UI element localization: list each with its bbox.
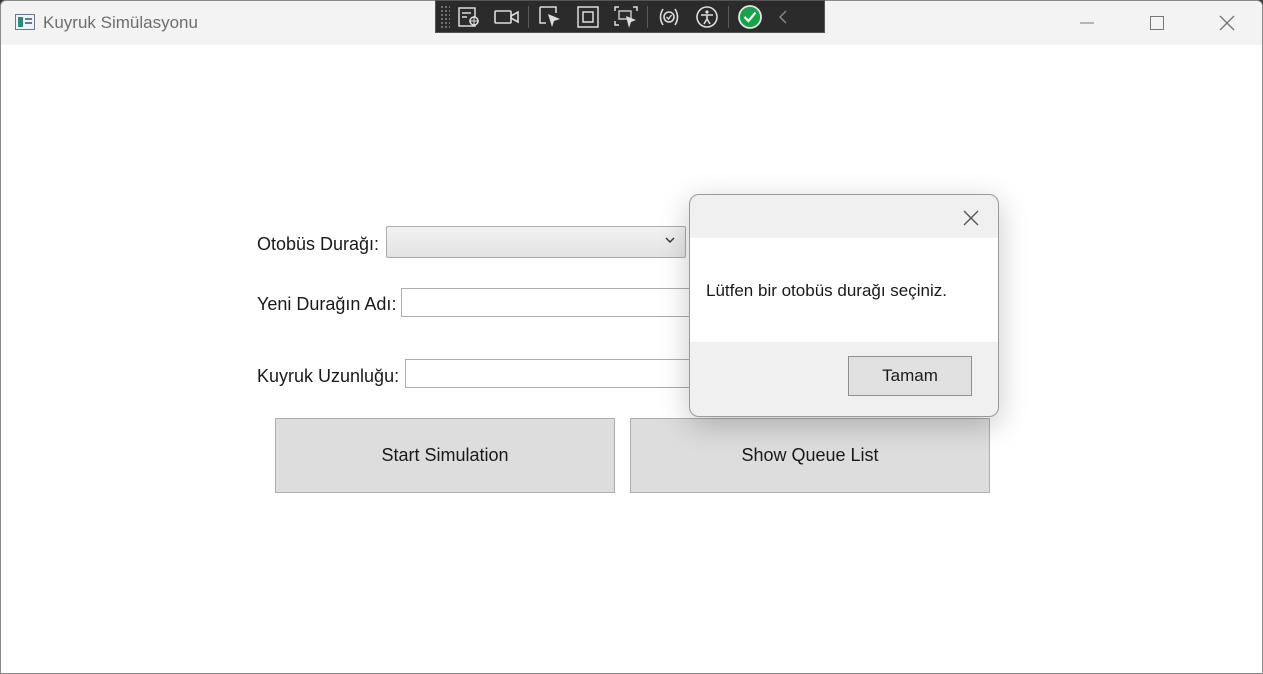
display-layout-adorners-icon (577, 5, 599, 28)
accessibility-button[interactable] (688, 2, 726, 32)
queue-length-label: Kuyruk Uzunluğu: (257, 366, 400, 386)
toolbar-grip[interactable] (440, 4, 450, 29)
close-icon (963, 210, 979, 226)
start-simulation-button[interactable]: Start Simulation (275, 418, 615, 493)
track-focus-button[interactable] (607, 2, 645, 32)
chevron-down-icon (665, 237, 675, 243)
video-button[interactable] (488, 2, 526, 32)
ok-button[interactable]: Tamam (848, 356, 972, 396)
binding-failures-button[interactable] (650, 2, 688, 32)
collapse-chevron-icon (779, 10, 787, 23)
live-visual-tree-button[interactable] (450, 2, 488, 32)
binding-failures-icon (659, 8, 679, 25)
app-icon (15, 14, 35, 30)
dialog-message: Lütfen bir otobüs durağı seçiniz. (706, 281, 947, 300)
close-window-button[interactable] (1192, 1, 1262, 45)
minimize-button[interactable] (1052, 1, 1122, 45)
display-adorners-button[interactable] (569, 2, 607, 32)
accessibility-icon (696, 5, 718, 28)
minimize-icon (1080, 22, 1094, 24)
close-icon (1219, 15, 1235, 31)
video-camera-icon (494, 9, 519, 24)
select-element-icon (539, 5, 560, 27)
toolbar-separator (728, 5, 729, 28)
track-focus-icon (614, 5, 638, 28)
new-stop-name-input[interactable] (401, 288, 701, 317)
window-title: Kuyruk Simülasyonu (43, 13, 198, 32)
show-queue-list-button[interactable]: Show Queue List (630, 418, 990, 493)
toolbar-separator (528, 5, 529, 28)
collapse-toolbar-button[interactable] (769, 2, 797, 32)
maximize-icon (1150, 16, 1164, 30)
select-element-button[interactable] (531, 2, 569, 32)
hot-reload-ok-icon (738, 4, 762, 29)
bus-stop-label: Otobüs Durağı: (257, 234, 380, 254)
queue-length-input[interactable] (405, 359, 701, 388)
main-window: Kuyruk Simülasyonu Otobüs Durağı: Yeni D… (0, 0, 1263, 674)
hot-reload-status-button[interactable] (731, 2, 769, 32)
dialog-close-button[interactable] (960, 207, 982, 229)
maximize-button[interactable] (1122, 1, 1192, 45)
toolbar-separator (647, 5, 648, 28)
live-visual-tree-icon (458, 6, 479, 27)
message-box-dialog: Lütfen bir otobüs durağı seçiniz. Tamam (689, 194, 999, 417)
new-stop-label: Yeni Durağın Adı: (257, 294, 397, 314)
bus-stop-combobox[interactable] (386, 226, 686, 258)
dialog-body: Lütfen bir otobüs durağı seçiniz. (690, 238, 998, 342)
xaml-debug-toolbar (435, 0, 825, 33)
